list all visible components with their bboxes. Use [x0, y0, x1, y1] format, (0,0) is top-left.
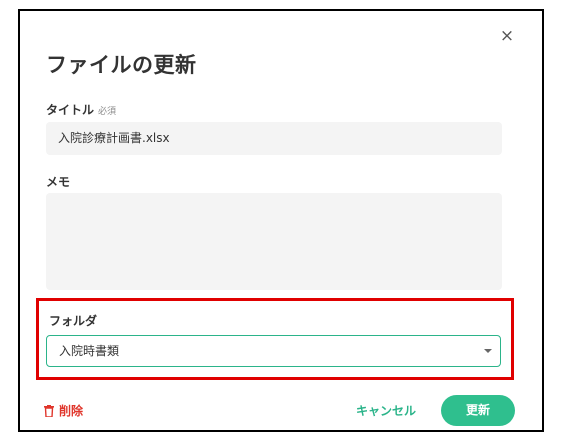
delete-button-label: 削除 [59, 404, 84, 418]
close-icon[interactable]: × [498, 27, 516, 45]
required-badge: 必須 [98, 107, 117, 117]
folder-select[interactable]: 入院時書類 [46, 335, 501, 367]
update-button[interactable]: 更新 [441, 395, 515, 426]
delete-button[interactable]: 削除 [44, 402, 83, 419]
title-input[interactable]: 入院診療計画書.xlsx [46, 122, 502, 155]
folder-select-value: 入院時書類 [59, 344, 120, 358]
cancel-button[interactable]: キャンセル [356, 402, 416, 419]
title-field-label: タイトル [46, 103, 95, 117]
memo-textarea[interactable] [46, 193, 502, 290]
update-file-dialog: × ファイルの更新 タイトル 必須 入院診療計画書.xlsx メモ フォルダ 入院… [18, 9, 544, 432]
folder-highlight-box: フォルダ 入院時書類 [36, 298, 514, 380]
memo-field-label: メモ [46, 175, 71, 189]
trash-icon [44, 404, 54, 417]
folder-field-label: フォルダ [49, 314, 98, 328]
chevron-down-icon [484, 349, 492, 353]
title-field-label-row: タイトル 必須 [46, 101, 116, 118]
dialog-title: ファイルの更新 [46, 53, 197, 77]
